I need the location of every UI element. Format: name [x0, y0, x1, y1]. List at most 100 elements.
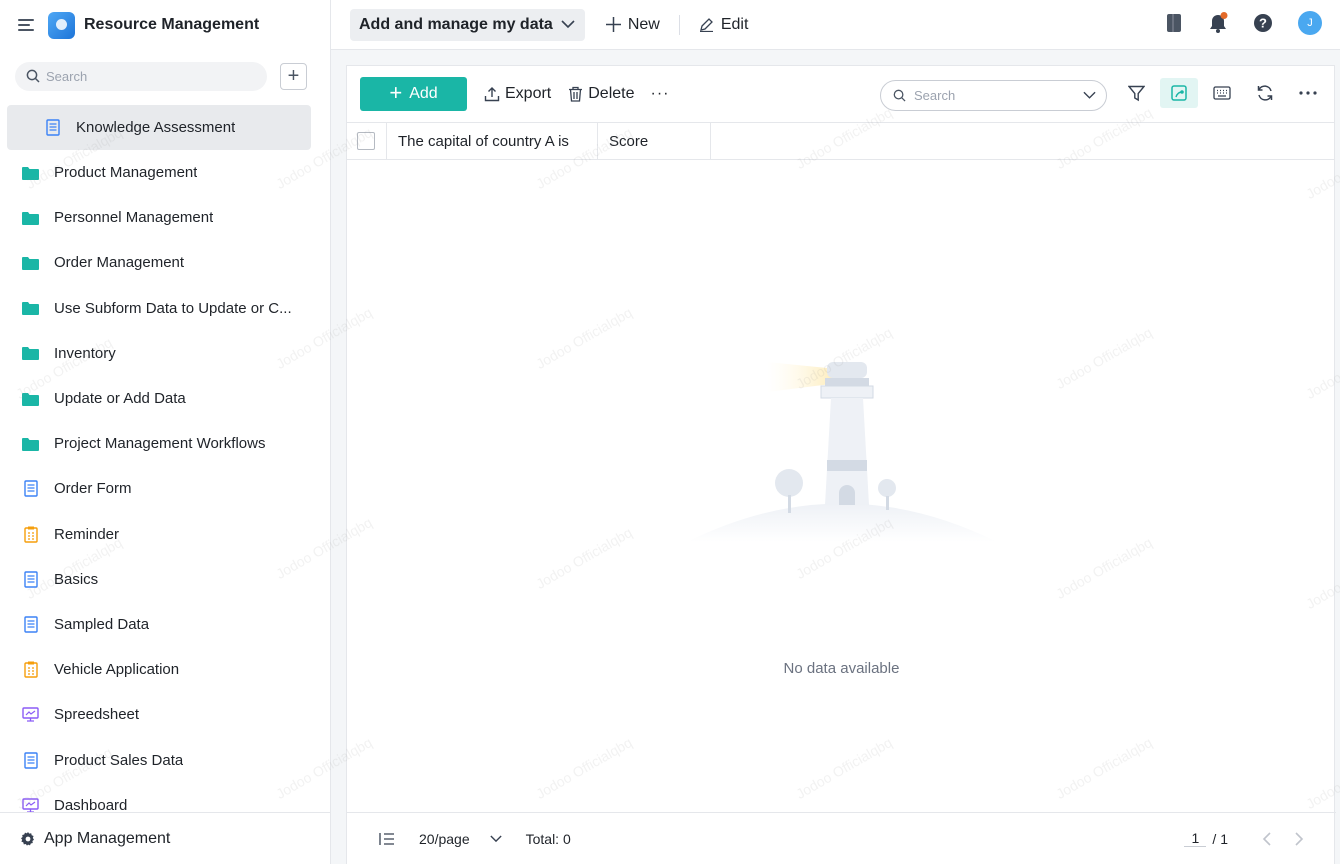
form-doc-icon [44, 119, 61, 136]
top-bar: Add and manage my data New Edit ? J [331, 0, 1340, 50]
empty-state: No data available [347, 160, 1336, 812]
select-all-checkbox[interactable] [357, 132, 375, 150]
sidebar-item[interactable]: Knowledge Assessment [7, 105, 311, 150]
sidebar-item-label: Product Management [54, 164, 198, 182]
delete-button[interactable]: Delete [568, 85, 635, 103]
search-icon [26, 69, 40, 83]
edit-label: Edit [720, 15, 749, 33]
delete-label: Delete [588, 85, 635, 102]
column-header[interactable]: Score [598, 123, 711, 159]
chevron-down-icon [561, 20, 575, 29]
folder-icon [22, 300, 39, 317]
current-page-input[interactable]: 1 [1184, 830, 1207, 847]
keyboard-icon[interactable] [1203, 78, 1241, 108]
sidebar-item-label: Personnel Management [54, 209, 214, 227]
sidebar-search[interactable] [15, 61, 267, 91]
plus-icon: + [389, 80, 403, 105]
folder-icon [22, 164, 39, 181]
sidebar-item[interactable]: Dashboard [0, 783, 330, 812]
form-doc-icon [22, 751, 39, 769]
view-tools [1117, 78, 1332, 108]
sidebar-item-label: Vehicle Application [54, 661, 180, 679]
sidebar-item-label: Sampled Data [54, 615, 150, 633]
select-all-cell [347, 123, 387, 159]
data-panel: + Add Export Delete ··· The capital of c… [346, 65, 1336, 864]
sidebar-item-label: Knowledge Assessment [76, 119, 236, 136]
gear-icon [21, 831, 34, 846]
sidebar-search-input[interactable] [46, 68, 246, 84]
sidebar-item[interactable]: Project Management Workflows [0, 421, 330, 466]
sidebar-item[interactable]: Inventory [0, 331, 330, 376]
trash-icon [569, 86, 583, 102]
sidebar-item[interactable]: Personnel Management [0, 195, 330, 240]
sidebar-item[interactable]: Use Subform Data to Update or C... [0, 286, 330, 331]
folder-icon [22, 209, 39, 226]
form-title: Add and manage my data [359, 15, 553, 33]
notebook-icon[interactable] [1165, 13, 1183, 33]
sidebar-item[interactable]: Reminder [0, 512, 330, 557]
table-header: The capital of country A is Score [347, 122, 1334, 160]
column-header[interactable]: The capital of country A is [387, 123, 598, 159]
next-page-icon[interactable] [1295, 831, 1304, 846]
page-arrows [1262, 831, 1304, 846]
dashboard-icon [22, 797, 39, 812]
sidebar-item-label: Reminder [54, 525, 120, 543]
folder-icon [22, 254, 39, 271]
form-doc-icon [22, 571, 39, 588]
page-size-value: 20/page [419, 830, 470, 847]
refresh-icon[interactable] [1246, 78, 1284, 108]
form-doc-icon [22, 480, 39, 498]
sidebar-item[interactable]: Sampled Data [0, 602, 330, 647]
sidebar-item-label: Update or Add Data [54, 390, 186, 408]
more-actions-button[interactable]: ··· [651, 85, 670, 103]
prev-page-icon[interactable] [1262, 831, 1271, 846]
sidebar-header: Resource Management [0, 0, 330, 50]
more-options-icon[interactable] [1289, 78, 1327, 108]
new-button[interactable]: New [605, 15, 660, 34]
export-label: Export [505, 85, 552, 102]
empty-state-text: No data available [783, 660, 900, 677]
sidebar-item[interactable]: Vehicle Application [0, 647, 330, 692]
new-label: New [627, 15, 660, 33]
highlight-view-icon[interactable] [1160, 78, 1198, 108]
add-item-button[interactable]: + [280, 62, 307, 90]
sidebar-item[interactable]: Basics [0, 557, 330, 602]
form-doc-icon [22, 616, 39, 633]
menu-icon[interactable] [18, 18, 36, 32]
avatar[interactable]: J [1298, 11, 1322, 35]
sidebar-item[interactable]: Order Management [0, 240, 330, 285]
pencil-icon [699, 18, 713, 32]
app-management-button[interactable]: App Management [0, 812, 330, 864]
filter-icon[interactable] [1117, 78, 1155, 108]
sidebar-item-label: Inventory [54, 344, 116, 362]
app-management-label: App Management [44, 829, 171, 847]
sidebar-item[interactable]: Spreedsheet [0, 692, 330, 737]
column-settings-icon[interactable] [379, 832, 395, 846]
bell-icon[interactable] [1208, 12, 1228, 34]
app-logo-icon [48, 11, 75, 39]
plus-icon [605, 17, 621, 32]
form-title-dropdown[interactable]: Add and manage my data [350, 8, 585, 41]
help-icon[interactable]: ? [1253, 13, 1273, 33]
sidebar-item[interactable]: Order Form [0, 466, 330, 511]
data-search-input[interactable] [914, 88, 1074, 103]
sidebar-item-label: Spreedsheet [54, 706, 140, 724]
chevron-down-icon[interactable] [1083, 89, 1096, 102]
sidebar-item-label: Dashboard [54, 796, 128, 812]
sidebar-item[interactable]: Product Management [0, 150, 330, 195]
total-count: Total: 0 [525, 830, 571, 847]
export-button[interactable]: Export [484, 85, 551, 103]
sidebar: Resource Management + Knowledge Assessme… [0, 0, 331, 864]
data-toolbar: + Add Export Delete ··· [347, 66, 1334, 122]
upload-icon [484, 87, 500, 102]
add-record-button[interactable]: + Add [360, 77, 467, 111]
page-size-select[interactable]: 20/page [419, 831, 502, 847]
data-search[interactable] [880, 80, 1107, 111]
edit-button[interactable]: Edit [699, 15, 749, 34]
app-title: Resource Management [84, 16, 260, 33]
page-indicator: 1 / 1 [1184, 830, 1228, 847]
sidebar-item[interactable]: Update or Add Data [0, 376, 330, 421]
sidebar-item[interactable]: Product Sales Data [0, 737, 330, 782]
sidebar-item-label: Order Management [54, 254, 185, 272]
page-count: / 1 [1212, 830, 1228, 847]
